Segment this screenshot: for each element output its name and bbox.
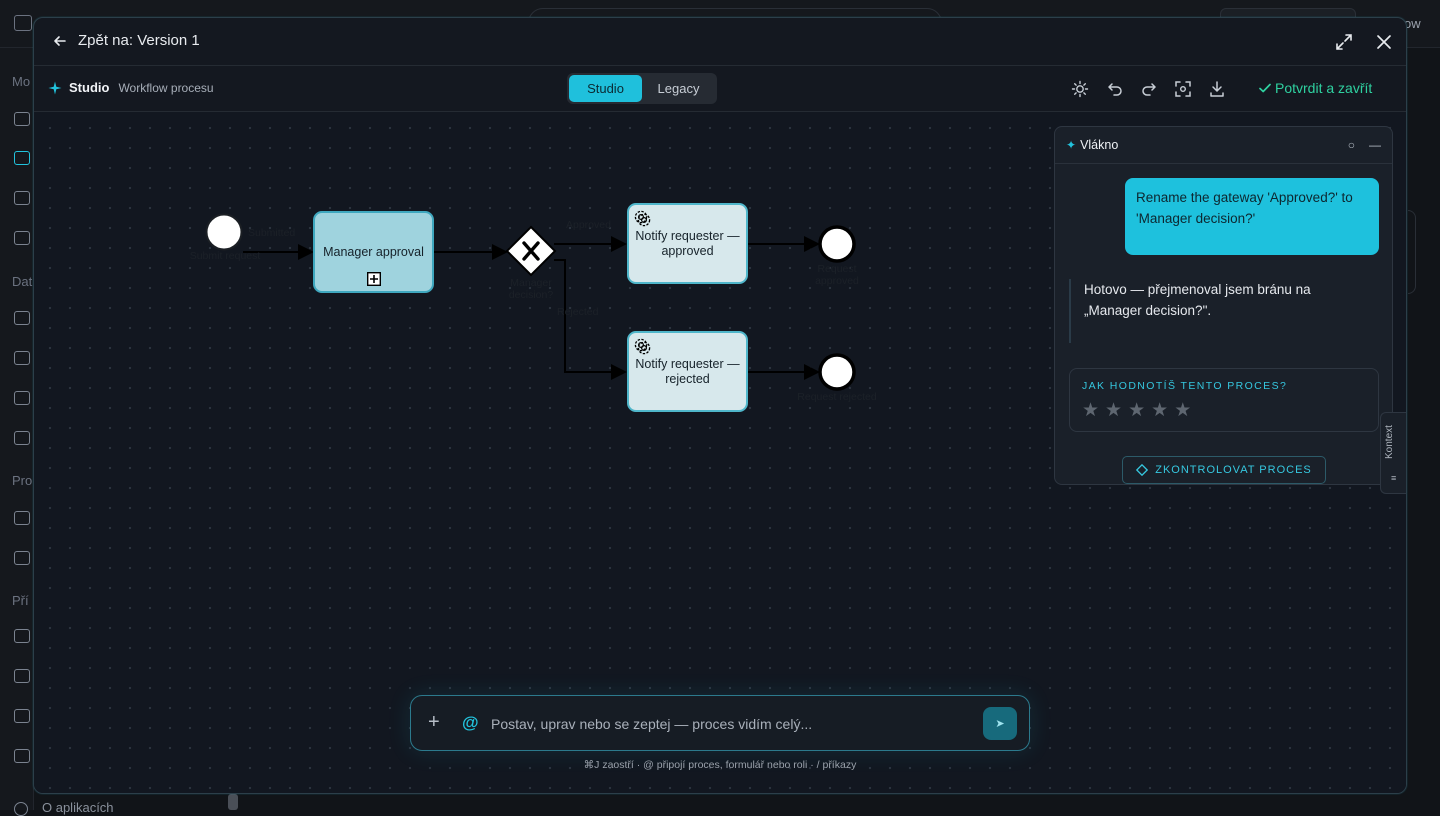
document-icon[interactable]: [14, 191, 30, 205]
context-tab-label: Kontext: [1384, 425, 1395, 459]
rating-box: JAK HODNOTÍŠ TENTO PROCES? ★ ★ ★ ★ ★: [1069, 368, 1379, 432]
bar-chart-icon[interactable]: [14, 391, 30, 405]
tab-studio[interactable]: Studio: [569, 75, 642, 102]
star-icon[interactable]: ★: [1105, 399, 1122, 422]
end-event-rejected-label: Request rejected: [797, 391, 877, 403]
brand-name: Studio: [69, 80, 110, 95]
info-icon: [14, 802, 28, 816]
task-label: Manager approval: [323, 244, 424, 259]
tab-legacy[interactable]: Legacy: [642, 75, 715, 102]
list-icon[interactable]: [14, 311, 30, 325]
briefcase-icon[interactable]: [14, 351, 30, 365]
assistant-message: Hotovo — přejmenoval jsem bránu na „Mana…: [1069, 279, 1369, 343]
at-mention-icon[interactable]: @: [462, 713, 479, 733]
redo-icon[interactable]: [1140, 80, 1158, 98]
check-icon: [1259, 83, 1271, 93]
diagram-canvas[interactable]: Submit request Submitted Manager approva…: [34, 112, 1406, 793]
composer-input[interactable]: [491, 710, 971, 738]
thread-title: Vlákno: [1080, 138, 1119, 152]
view-switch: Studio Legacy: [567, 73, 717, 104]
start-event: [205, 213, 243, 251]
background-panel-edge: [1408, 210, 1416, 294]
app-sidebar: Mo Dat Pro Pří: [0, 48, 34, 810]
grip-icon: ≡: [1391, 473, 1397, 483]
arrow-left-icon: [54, 35, 66, 46]
studio-toolbar: Studio Workflow procesu Studio Legacy Po…: [34, 66, 1406, 112]
user-icon[interactable]: [14, 629, 30, 643]
task-label: Notify requester — approved: [635, 228, 740, 258]
bookmark-icon[interactable]: [14, 749, 30, 763]
sidebar-section: Mo: [12, 74, 31, 89]
folder-icon[interactable]: [14, 431, 30, 445]
sun-icon[interactable]: [1071, 80, 1089, 98]
confirm-close-button[interactable]: Potvrdit a zavřít: [1258, 80, 1372, 96]
star-icon[interactable]: ★: [1174, 399, 1191, 422]
back-label: Zpět na: Version 1: [78, 32, 200, 49]
modal-header: Zpět na: Version 1: [34, 18, 1406, 66]
subprocess-marker-icon: [367, 272, 381, 286]
confirm-label: Potvrdit a zavřít: [1275, 80, 1373, 96]
sparkle-icon: ✦: [1066, 138, 1077, 152]
end-event-approved-label: Request approved: [815, 263, 859, 287]
user-message: Rename the gateway 'Approved?' to 'Manag…: [1125, 178, 1379, 255]
rating-stars: ★ ★ ★ ★ ★: [1082, 399, 1366, 422]
sidebar-section: Pří: [12, 593, 29, 608]
circle-icon[interactable]: ○: [1348, 138, 1355, 152]
plane-icon[interactable]: [14, 551, 30, 565]
undo-icon[interactable]: [1106, 80, 1124, 98]
star-icon[interactable]: ★: [1151, 399, 1168, 422]
gateway-label: Manager decision?: [508, 277, 554, 301]
exclusive-gateway: [505, 225, 557, 277]
expand-icon[interactable]: [1334, 32, 1354, 52]
sparkle-icon: [48, 81, 62, 94]
sidebar-section: Dat: [12, 274, 33, 289]
task-label: Notify requester — rejected: [635, 356, 740, 386]
thread-panel: ✦ Vlákno ○ — Rename the gateway 'Approve…: [1054, 126, 1393, 485]
gear-icon: [634, 338, 651, 355]
sidebar-section: Pro: [12, 473, 33, 488]
star-icon[interactable]: ★: [1082, 399, 1099, 422]
end-event-rejected: [818, 353, 856, 391]
flow-label-approved: Approved: [566, 219, 611, 231]
tasks-icon[interactable]: [14, 511, 30, 525]
about-link[interactable]: O aplikacích: [42, 800, 114, 815]
studio-modal: Zpět na: Version 1 Studio Workflow proce…: [33, 17, 1407, 794]
users-icon[interactable]: [14, 669, 30, 683]
chart-pie-icon[interactable]: [14, 231, 30, 245]
brand-subtitle: Workflow procesu: [118, 80, 214, 95]
fit-screen-icon[interactable]: [1174, 80, 1192, 98]
diamond-icon: [1136, 464, 1149, 476]
flow-label-rejected: Rejected: [557, 306, 599, 318]
task-notify-approved[interactable]: Notify requester — approved: [627, 203, 748, 284]
send-button[interactable]: ➤: [983, 707, 1017, 740]
rating-title: JAK HODNOTÍŠ TENTO PROCES?: [1082, 380, 1288, 392]
thread-header: ✦ Vlákno ○ —: [1055, 127, 1392, 164]
cube-icon[interactable]: [14, 151, 30, 165]
check-process-button[interactable]: ZKONTROLOVAT PROCES: [1122, 456, 1326, 484]
composer: + @ ➤: [410, 695, 1030, 751]
sidebar-toggle-icon[interactable]: [14, 15, 32, 31]
badge-icon[interactable]: [14, 709, 30, 723]
brand: Studio Workflow procesu: [48, 80, 214, 95]
minimize-icon[interactable]: —: [1369, 138, 1381, 152]
close-icon[interactable]: [1374, 32, 1394, 52]
start-event-label: Submit request: [189, 250, 261, 262]
end-event-approved: [818, 225, 856, 263]
star-icon[interactable]: ★: [1128, 399, 1145, 422]
check-process-label: ZKONTROLOVAT PROCES: [1155, 464, 1312, 476]
composer-hint: ⌘J zaostří · @ připojí proces, formulář …: [583, 759, 857, 771]
back-button[interactable]: Zpět na: Version 1: [52, 32, 200, 49]
gear-icon: [634, 210, 651, 227]
plus-icon[interactable]: +: [428, 711, 440, 733]
download-icon[interactable]: [1208, 80, 1226, 98]
context-tab[interactable]: Kontext ≡: [1380, 412, 1406, 494]
scrollbar-thumb[interactable]: [228, 794, 238, 810]
home-icon[interactable]: [14, 112, 30, 126]
task-manager-approval[interactable]: Manager approval: [313, 211, 434, 293]
task-notify-rejected[interactable]: Notify requester — rejected: [627, 331, 748, 412]
flow-label-submitted: Submitted: [248, 227, 296, 239]
send-icon: ➤: [995, 718, 1005, 730]
